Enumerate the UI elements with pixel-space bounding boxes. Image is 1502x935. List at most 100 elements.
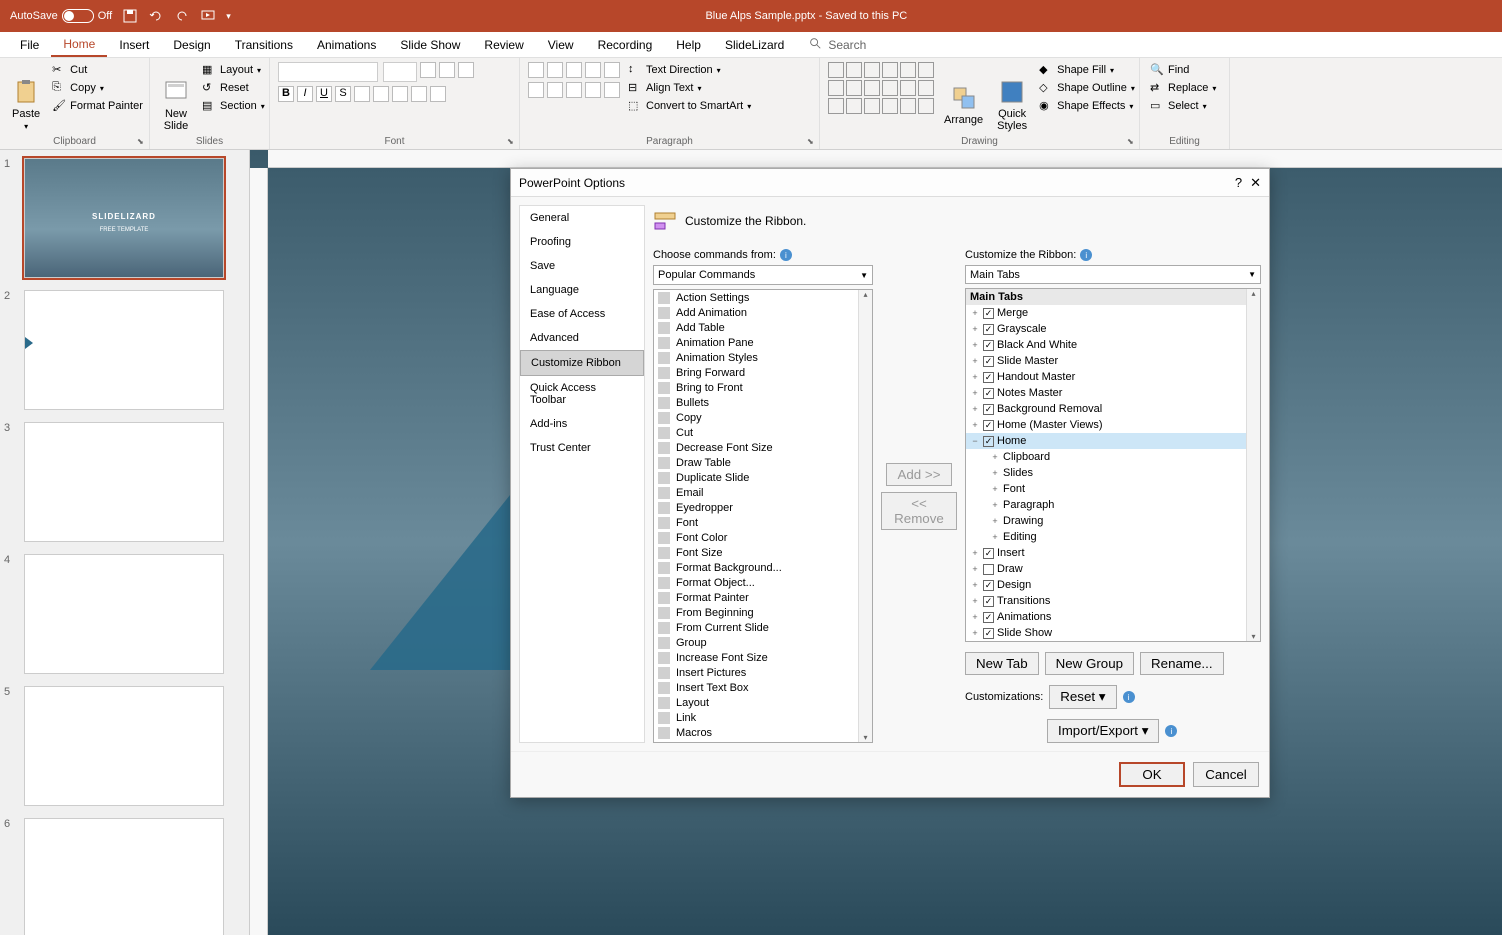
ok-button[interactable]: OK [1119, 762, 1185, 787]
command-item[interactable]: Action Settings [654, 290, 872, 305]
tree-expander-icon[interactable]: + [970, 612, 980, 622]
tree-checkbox[interactable]: ✓ [983, 612, 994, 623]
slide-thumb-1[interactable]: 1 SLIDELIZARDFREE TEMPLATE [4, 158, 245, 278]
font-highlight-icon[interactable] [411, 86, 427, 102]
line-spacing-icon[interactable] [604, 62, 620, 78]
arrange-button[interactable]: Arrange [940, 62, 987, 147]
format-painter-button[interactable]: 🖌Format Painter [50, 98, 145, 114]
command-item[interactable]: Add Animation▸ [654, 305, 872, 320]
command-item[interactable]: From Current Slide [654, 620, 872, 635]
dialog-titlebar[interactable]: PowerPoint Options ? ✕ [511, 169, 1269, 197]
tree-item[interactable]: +✓Grayscale [966, 321, 1260, 337]
tab-transitions[interactable]: Transitions [223, 34, 305, 56]
quick-styles-button[interactable]: Quick Styles [993, 62, 1031, 147]
new-slide-button[interactable]: New Slide [158, 62, 194, 147]
columns-icon[interactable] [604, 82, 620, 98]
align-center-icon[interactable] [547, 82, 563, 98]
tree-checkbox[interactable]: ✓ [983, 340, 994, 351]
section-button[interactable]: ▤Section▾ [200, 98, 267, 114]
command-item[interactable]: Macros [654, 725, 872, 740]
tree-expander-icon[interactable]: + [990, 532, 1000, 542]
dialog-close-button[interactable]: ✕ [1250, 175, 1261, 191]
sidebar-item-advanced[interactable]: Advanced [520, 326, 644, 350]
shape-fill-button[interactable]: ◆Shape Fill▾ [1037, 62, 1137, 78]
copy-button[interactable]: ⎘Copy▾ [50, 80, 145, 96]
command-item[interactable]: From Beginning [654, 605, 872, 620]
shape-outline-button[interactable]: ◇Shape Outline▾ [1037, 80, 1137, 96]
paste-button[interactable]: Paste ▾ [8, 62, 44, 147]
font-color-icon[interactable] [430, 86, 446, 102]
cut-button[interactable]: ✂Cut [50, 62, 145, 78]
tab-home[interactable]: Home [51, 33, 107, 57]
tree-item[interactable]: +✓Handout Master [966, 369, 1260, 385]
tree-item[interactable]: +Draw [966, 561, 1260, 577]
tree-item[interactable]: +✓Background Removal [966, 401, 1260, 417]
font-launcher-icon[interactable]: ⬊ [507, 137, 517, 147]
italic-icon[interactable]: I [297, 86, 313, 102]
new-tab-button[interactable]: New Tab [965, 652, 1039, 675]
command-item[interactable]: Email [654, 485, 872, 500]
tab-slide-show[interactable]: Slide Show [388, 34, 472, 56]
tree-item[interactable]: +✓Insert [966, 545, 1260, 561]
undo-icon[interactable] [148, 8, 164, 24]
command-item[interactable]: Add Table▸ [654, 320, 872, 335]
tab-insert[interactable]: Insert [107, 34, 161, 56]
justify-icon[interactable] [585, 82, 601, 98]
redo-icon[interactable] [174, 8, 190, 24]
layout-button[interactable]: ▦Layout▾ [200, 62, 267, 78]
command-item[interactable]: Insert Pictures [654, 665, 872, 680]
find-button[interactable]: 🔍Find [1148, 62, 1218, 78]
tree-expander-icon[interactable]: + [970, 340, 980, 350]
tab-design[interactable]: Design [161, 34, 222, 56]
rename-button[interactable]: Rename... [1140, 652, 1224, 675]
tab-review[interactable]: Review [472, 34, 535, 56]
command-item[interactable]: Layout▸ [654, 695, 872, 710]
command-item[interactable]: Eyedropper [654, 500, 872, 515]
text-shadow-icon[interactable] [354, 86, 370, 102]
slide-thumb-6[interactable]: 6 CONTENT LAYOUT [4, 818, 245, 935]
align-left-icon[interactable] [528, 82, 544, 98]
command-item[interactable]: Font Color▸ [654, 530, 872, 545]
reset-button[interactable]: ↺Reset [200, 80, 267, 96]
tab-recording[interactable]: Recording [586, 34, 665, 56]
tree-item[interactable]: +✓Design [966, 577, 1260, 593]
cancel-button[interactable]: Cancel [1193, 762, 1259, 787]
tree-item[interactable]: +✓Slide Show [966, 625, 1260, 641]
save-icon[interactable] [122, 8, 138, 24]
tree-checkbox[interactable]: ✓ [983, 388, 994, 399]
tree-expander-icon[interactable]: + [970, 372, 980, 382]
shapes-gallery[interactable] [828, 62, 934, 147]
command-item[interactable]: Link [654, 710, 872, 725]
tab-animations[interactable]: Animations [305, 34, 388, 56]
tree-child-item[interactable]: +Editing [966, 529, 1260, 545]
tree-item[interactable]: −✓Home [966, 433, 1260, 449]
command-item[interactable]: Group [654, 635, 872, 650]
sidebar-item-customize-ribbon[interactable]: Customize Ribbon [520, 350, 644, 376]
align-text-button[interactable]: ⊟Align Text▾ [626, 80, 753, 96]
tree-expander-icon[interactable]: + [970, 420, 980, 430]
drawing-launcher-icon[interactable]: ⬊ [1127, 137, 1137, 147]
new-group-button[interactable]: New Group [1045, 652, 1134, 675]
slide-thumb-5[interactable]: 5 CONTENT LAYOUT [4, 686, 245, 806]
command-item[interactable]: Format Object... [654, 575, 872, 590]
command-item[interactable]: Font▸ [654, 515, 872, 530]
text-direction-button[interactable]: ↕Text Direction▾ [626, 62, 753, 78]
dialog-help-button[interactable]: ? [1235, 175, 1242, 191]
tree-expander-icon[interactable]: + [970, 596, 980, 606]
command-item[interactable]: Font Size▸ [654, 545, 872, 560]
change-case-icon[interactable] [392, 86, 408, 102]
tree-checkbox[interactable]: ✓ [983, 404, 994, 415]
sidebar-item-qat[interactable]: Quick Access Toolbar [520, 376, 644, 412]
tree-expander-icon[interactable]: + [970, 308, 980, 318]
shape-line-icon[interactable] [828, 62, 844, 78]
sidebar-item-ease-of-access[interactable]: Ease of Access [520, 302, 644, 326]
command-item[interactable]: Draw Table [654, 455, 872, 470]
tree-child-item[interactable]: +Drawing [966, 513, 1260, 529]
font-size-combo[interactable] [383, 62, 417, 82]
tree-checkbox[interactable]: ✓ [983, 324, 994, 335]
tree-expander-icon[interactable]: + [990, 500, 1000, 510]
tree-expander-icon[interactable]: + [970, 324, 980, 334]
tree-checkbox[interactable]: ✓ [983, 356, 994, 367]
command-item[interactable]: Duplicate Slide [654, 470, 872, 485]
command-item[interactable]: Insert Text Box [654, 680, 872, 695]
